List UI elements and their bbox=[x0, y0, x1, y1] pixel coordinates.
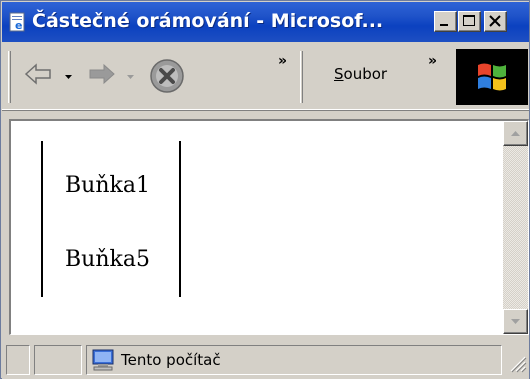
table-cell: Buňka5 bbox=[65, 247, 150, 272]
menubar-chevron[interactable]: » bbox=[428, 53, 437, 69]
windows-flag-icon bbox=[478, 63, 506, 91]
status-pane bbox=[34, 345, 82, 375]
toolbar-chevron[interactable]: » bbox=[278, 53, 287, 69]
security-zone-label: Tento počítač bbox=[121, 351, 221, 369]
back-dropdown[interactable] bbox=[64, 67, 74, 86]
scroll-up-button[interactable] bbox=[503, 121, 528, 146]
toolbar-grip[interactable] bbox=[8, 51, 11, 103]
scroll-up-arrow-icon bbox=[511, 131, 520, 136]
scroll-down-button[interactable] bbox=[503, 309, 528, 334]
stop-button[interactable] bbox=[148, 57, 186, 99]
minimize-icon bbox=[440, 24, 448, 26]
maximize-icon bbox=[463, 15, 475, 26]
title-bar[interactable]: e Částečné orámování - Microsof... bbox=[2, 2, 529, 42]
vertical-scrollbar[interactable] bbox=[503, 121, 528, 334]
browser-window: e Částečné orámování - Microsof... » Sou… bbox=[0, 0, 530, 379]
windows-logo bbox=[456, 49, 528, 105]
dropdown-arrow-icon bbox=[65, 75, 72, 79]
status-bar: Tento počítač bbox=[2, 341, 529, 379]
back-arrow-icon bbox=[24, 63, 51, 85]
page-content[interactable]: Buňka1 Buňka5 bbox=[11, 121, 503, 334]
svg-text:e: e bbox=[15, 19, 22, 32]
window-title: Částečné orámování - Microsof... bbox=[32, 10, 384, 32]
ie-page-icon: e bbox=[9, 12, 25, 32]
table-cell: Buňka1 bbox=[65, 173, 150, 198]
menubar-grip[interactable] bbox=[300, 51, 303, 103]
back-button[interactable] bbox=[22, 59, 56, 93]
forward-button[interactable] bbox=[84, 59, 118, 93]
partial-border-table: Buňka1 Buňka5 bbox=[41, 141, 181, 297]
status-pane bbox=[6, 345, 30, 375]
scroll-down-arrow-icon bbox=[511, 319, 520, 324]
dropdown-arrow-icon bbox=[127, 75, 134, 79]
resize-grip-icon[interactable] bbox=[505, 351, 527, 373]
close-icon bbox=[489, 15, 501, 27]
menu-soubor[interactable]: Soubor bbox=[334, 65, 387, 83]
toolbar: » Soubor » bbox=[2, 43, 529, 111]
stop-icon bbox=[150, 59, 184, 93]
forward-arrow-icon bbox=[89, 63, 115, 85]
forward-dropdown[interactable] bbox=[126, 67, 136, 86]
maximize-button[interactable] bbox=[458, 11, 481, 32]
menu-soubor-mnemonic: S bbox=[334, 65, 344, 83]
status-zone-pane: Tento počítač bbox=[86, 345, 502, 375]
computer-icon bbox=[92, 349, 114, 371]
close-button[interactable] bbox=[484, 11, 507, 32]
minimize-button[interactable] bbox=[434, 11, 457, 32]
menu-soubor-label: oubor bbox=[343, 65, 388, 83]
page-content-frame: Buňka1 Buňka5 bbox=[9, 119, 529, 335]
